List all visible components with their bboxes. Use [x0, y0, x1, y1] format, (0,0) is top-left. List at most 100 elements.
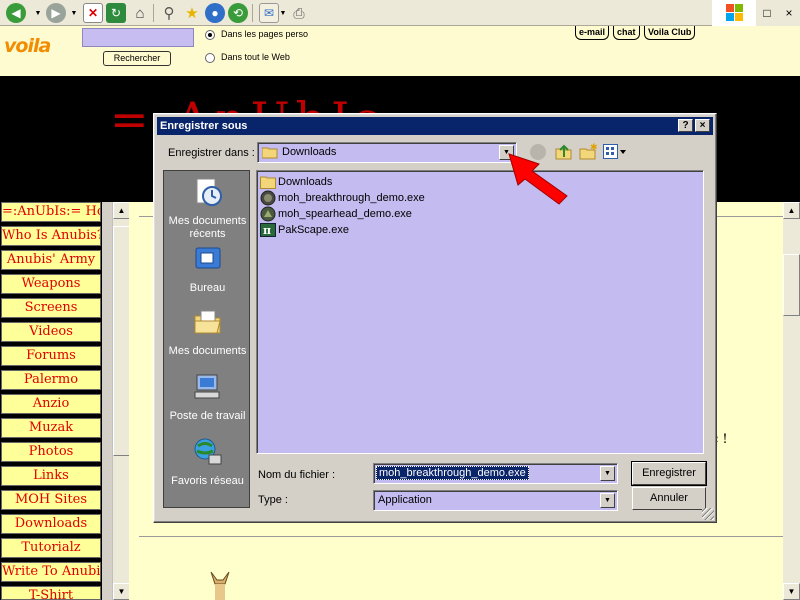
search-icon[interactable]: ⚲	[159, 3, 179, 23]
save-in-label: Enregistrer dans :	[168, 147, 255, 159]
nav-item-anubis-army[interactable]: Anubis' Army	[1, 250, 101, 270]
nav-item-links[interactable]: Links	[1, 466, 101, 486]
place-recent[interactable]: Mes documents récents	[164, 177, 251, 241]
scroll-thumb[interactable]	[113, 226, 130, 456]
mail-icon[interactable]: ✉	[259, 3, 279, 23]
scroll-down-icon[interactable]: ▼	[783, 583, 800, 600]
place-desktop[interactable]: Bureau	[164, 244, 251, 295]
place-network[interactable]: Favoris réseau	[164, 437, 251, 488]
radio-pages-perso-label: Dans les pages perso	[221, 29, 309, 39]
resize-grip[interactable]	[702, 508, 714, 520]
nav-item-forums[interactable]: Forums	[1, 346, 101, 366]
site-nav: =:AnUbIs:= Home Who Is Anubis? Anubis' A…	[0, 202, 102, 600]
moh-app-icon	[260, 206, 276, 222]
nav-item-downloads[interactable]: Downloads	[1, 514, 101, 534]
nav-item-write-to-anubis[interactable]: Write To Anubis	[1, 562, 101, 582]
back-icon[interactable]: ◀	[6, 3, 26, 23]
stop-icon[interactable]: ✕	[83, 3, 103, 23]
forward-dropdown-icon[interactable]: ▼	[70, 3, 78, 23]
dialog-title: Enregistrer sous	[160, 120, 248, 132]
refresh-icon[interactable]: ↻	[106, 3, 126, 23]
voila-search-input[interactable]	[82, 28, 194, 47]
cancel-button[interactable]: Annuler	[632, 487, 706, 510]
nav-item-tshirt[interactable]: T-Shirt	[1, 586, 101, 600]
radio-pages-perso[interactable]	[205, 30, 215, 40]
dialog-title-bar[interactable]: Enregistrer sous ? ×	[157, 117, 713, 135]
place-my-computer[interactable]: Poste de travail	[164, 372, 251, 423]
divider	[139, 536, 789, 537]
file-name: PakScape.exe	[278, 224, 349, 236]
filename-label: Nom du fichier :	[258, 469, 336, 481]
windows-logo	[712, 0, 756, 26]
forward-icon[interactable]: ▶	[46, 3, 66, 23]
places-bar: Mes documents récents Bureau Mes documen…	[163, 170, 250, 508]
scroll-up-icon[interactable]: ▲	[113, 202, 130, 219]
place-network-label: Favoris réseau	[171, 475, 244, 487]
moh-app-icon	[260, 190, 276, 206]
close-icon[interactable]: ×	[786, 6, 793, 20]
nav-item-moh-sites[interactable]: MOH Sites	[1, 490, 101, 510]
close-button[interactable]: ×	[695, 119, 710, 132]
file-item[interactable]: π PakScape.exe	[260, 222, 349, 238]
windows-flag-icon	[726, 4, 743, 21]
mail-dropdown-icon[interactable]: ▼	[279, 3, 287, 23]
file-item[interactable]: moh_spearhead_demo.exe	[260, 206, 412, 222]
radio-web-label: Dans tout le Web	[221, 52, 290, 62]
place-my-computer-label: Poste de travail	[169, 410, 246, 422]
nav-item-screens[interactable]: Screens	[1, 298, 101, 318]
my-documents-icon	[194, 310, 221, 334]
file-item[interactable]: moh_breakthrough_demo.exe	[260, 190, 425, 206]
anubis-head-icon	[210, 571, 230, 600]
save-in-combo[interactable]: Downloads ▼	[257, 142, 517, 163]
annotation-arrow-icon	[508, 153, 568, 205]
save-in-value: Downloads	[282, 146, 337, 158]
voila-logo[interactable]: voila	[4, 35, 51, 57]
restore-icon[interactable]: □	[763, 6, 770, 20]
filename-input[interactable]: moh_breakthrough_demo.exe ▼	[373, 463, 618, 484]
svg-text:✱: ✱	[590, 143, 597, 153]
voila-bar: voila Rechercher Dans les pages perso Da…	[0, 26, 800, 76]
history-icon[interactable]: ⟲	[228, 3, 248, 23]
view-menu-icon[interactable]	[603, 144, 627, 160]
new-folder-icon[interactable]: ✱	[579, 143, 597, 161]
file-item[interactable]: Downloads	[260, 174, 332, 190]
back-dropdown-icon[interactable]: ▼	[34, 3, 42, 23]
tab-chat[interactable]: chat	[613, 26, 640, 40]
rechercher-button[interactable]: Rechercher	[103, 51, 171, 66]
file-name: moh_spearhead_demo.exe	[278, 208, 412, 220]
recent-documents-icon	[196, 178, 222, 206]
tab-voila-club[interactable]: Voila Club	[644, 26, 696, 40]
help-button[interactable]: ?	[678, 119, 693, 132]
save-button[interactable]: Enregistrer	[631, 461, 707, 486]
print-icon[interactable]: ⎙	[289, 3, 309, 23]
media-icon[interactable]: ●	[205, 3, 225, 23]
frame-scrollbar-right[interactable]: ▲ ▼	[783, 202, 800, 600]
place-my-documents-label: Mes documents	[168, 345, 247, 357]
radio-web[interactable]	[205, 53, 215, 63]
chevron-down-icon[interactable]: ▼	[600, 466, 615, 481]
scroll-thumb[interactable]	[783, 254, 800, 316]
nav-item-muzak[interactable]: Muzak	[1, 418, 101, 438]
nav-item-tutorialz[interactable]: Tutorialz	[1, 538, 101, 558]
nav-item-videos[interactable]: Videos	[1, 322, 101, 342]
frame-scrollbar-left[interactable]: ▲ ▼	[112, 202, 130, 600]
tab-email[interactable]: e-mail	[575, 26, 610, 40]
nav-item-who-is-anubis[interactable]: Who Is Anubis?	[1, 226, 101, 246]
nav-item-weapons[interactable]: Weapons	[1, 274, 101, 294]
network-places-icon	[194, 438, 221, 465]
browser-toolbar: ◀ ▼ ▶ ▼ ✕ ↻ ⌂ ⚲ ★ ● ⟲ ✉ ▼ ⎙	[0, 0, 800, 26]
favorites-icon[interactable]: ★	[182, 3, 202, 23]
chevron-down-icon[interactable]: ▼	[600, 493, 615, 508]
nav-item-anzio[interactable]: Anzio	[1, 394, 101, 414]
file-list[interactable]: Downloads moh_breakthrough_demo.exe moh_…	[256, 170, 704, 454]
type-select[interactable]: Application ▼	[373, 490, 618, 511]
nav-item-home[interactable]: =:AnUbIs:= Home	[1, 202, 101, 222]
place-my-documents[interactable]: Mes documents	[164, 307, 251, 358]
nav-item-palermo[interactable]: Palermo	[1, 370, 101, 390]
scroll-down-icon[interactable]: ▼	[113, 583, 130, 600]
type-value: Application	[378, 494, 432, 506]
scroll-up-icon[interactable]: ▲	[783, 202, 800, 219]
pakscape-icon: π	[260, 223, 276, 237]
nav-item-photos[interactable]: Photos	[1, 442, 101, 462]
home-icon[interactable]: ⌂	[130, 3, 150, 23]
